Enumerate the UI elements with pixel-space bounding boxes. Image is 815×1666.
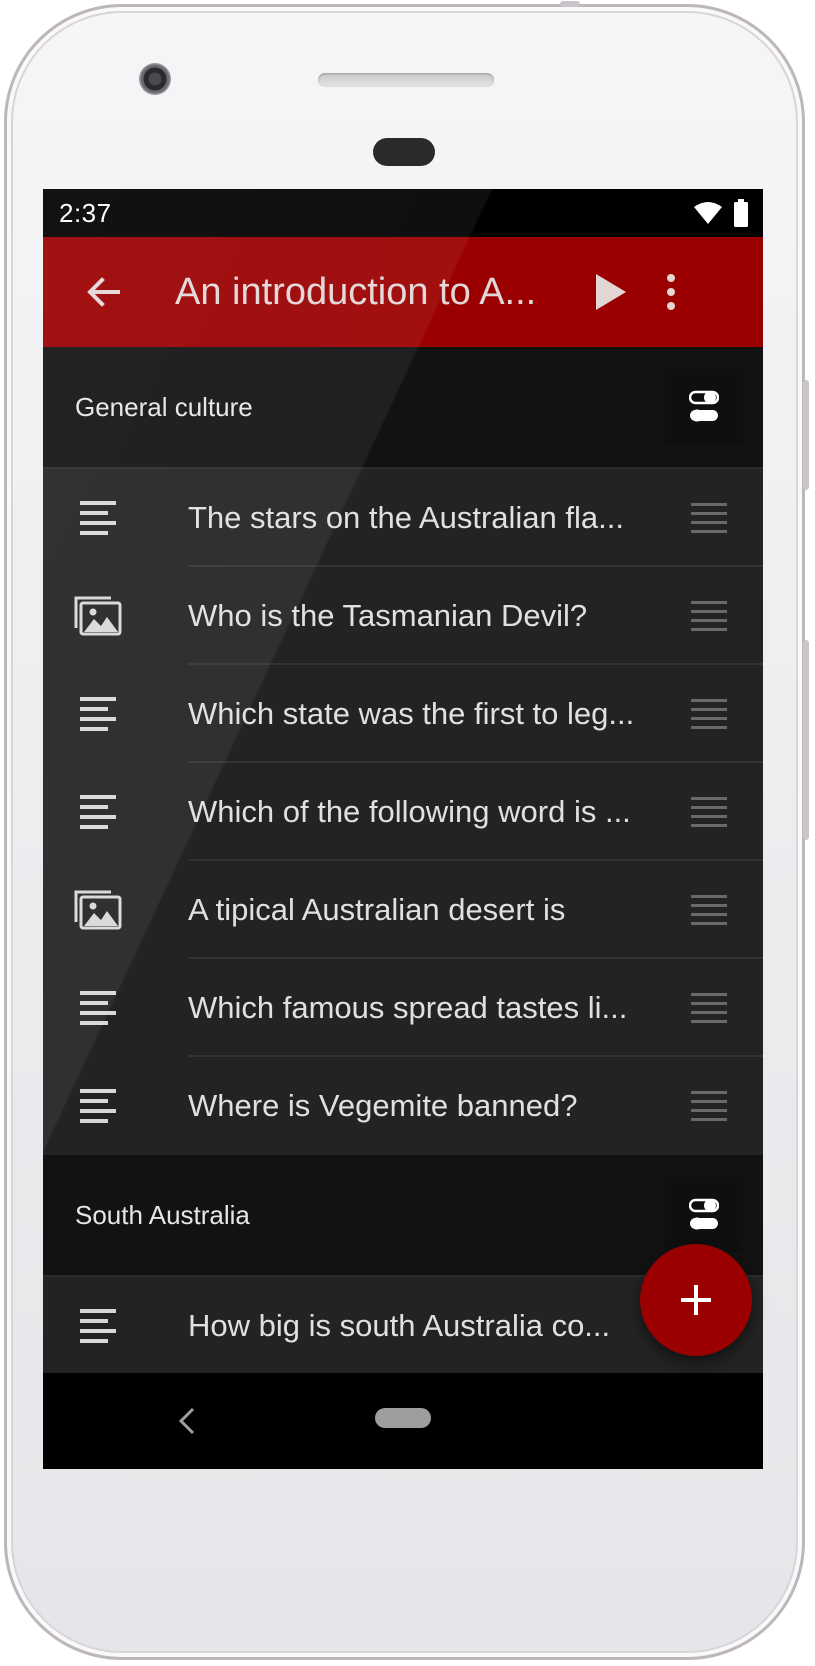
list-item-label: Which famous spread tastes li... (188, 990, 628, 1025)
drag-handle-icon[interactable] (691, 893, 727, 927)
more-options-button[interactable] (651, 260, 691, 324)
drag-handle-icon[interactable] (691, 501, 727, 535)
list-item[interactable]: The stars on the Australian fla... (43, 469, 763, 567)
plus-icon (681, 1285, 711, 1315)
app-bar: An introduction to A... (43, 237, 763, 347)
status-time: 2:37 (59, 197, 112, 228)
text-lines-icon (43, 1057, 153, 1155)
drag-handle-icon[interactable] (691, 991, 727, 1025)
list-item-label: Where is Vegemite banned? (188, 1088, 578, 1123)
section-title: General culture (75, 391, 253, 422)
list-item[interactable]: Which state was the first to leg... (43, 665, 763, 763)
list-item-label: How big is south Australia co... (188, 1308, 611, 1343)
proximity-sensor (373, 138, 435, 166)
more-vertical-icon (667, 274, 675, 310)
battery-icon (734, 199, 748, 227)
list-item[interactable]: Where is Vegemite banned? (43, 1057, 763, 1155)
power-button (803, 380, 809, 490)
section-toggle-button[interactable] (665, 1177, 743, 1253)
drag-handle-icon[interactable] (691, 1089, 727, 1123)
section-header: South Australia (43, 1155, 763, 1277)
volume-button (803, 640, 809, 840)
front-camera (139, 63, 171, 95)
question-list: General culture The stars on the Austral… (43, 347, 763, 1375)
text-lines-icon (43, 1277, 153, 1375)
play-icon (596, 274, 626, 310)
arrow-left-icon (87, 277, 120, 307)
text-lines-icon (43, 665, 153, 763)
toggle-icon (689, 390, 719, 422)
top-edge-detail (560, 1, 580, 7)
wifi-icon (694, 202, 722, 224)
list-item[interactable]: Which of the following word is ... (43, 763, 763, 861)
earpiece-speaker (318, 73, 494, 87)
text-lines-icon (43, 469, 153, 567)
image-icon (43, 861, 153, 959)
drag-handle-icon[interactable] (691, 795, 727, 829)
list-item-label: Which state was the first to leg... (188, 696, 635, 731)
status-bar: 2:37 (43, 189, 763, 237)
text-lines-icon (43, 763, 153, 861)
list-item[interactable]: Who is the Tasmanian Devil? (43, 567, 763, 665)
image-icon (43, 567, 153, 665)
back-button[interactable] (71, 260, 135, 324)
play-button[interactable] (581, 260, 641, 324)
list-item-label: The stars on the Australian fla... (188, 500, 624, 535)
section-title: South Australia (75, 1199, 250, 1230)
section-toggle-button[interactable] (665, 369, 743, 445)
drag-handle-icon[interactable] (691, 697, 727, 731)
toggle-icon (689, 1198, 719, 1230)
text-lines-icon (43, 959, 153, 1057)
list-item-label: A tipical Australian desert is (188, 892, 566, 927)
drag-handle-icon[interactable] (691, 599, 727, 633)
list-item[interactable]: A tipical Australian desert is (43, 861, 763, 959)
status-icons (693, 199, 749, 227)
list-item-label: Which of the following word is ... (188, 794, 631, 829)
nav-back-icon[interactable] (171, 1403, 207, 1439)
system-navigation-bar (43, 1373, 763, 1469)
section-header: General culture (43, 347, 763, 469)
nav-home-pill[interactable] (375, 1408, 431, 1428)
add-question-fab[interactable] (640, 1244, 752, 1356)
list-item[interactable]: Which famous spread tastes li... (43, 959, 763, 1057)
page-title: An introduction to A... (175, 270, 537, 313)
list-item-label: Who is the Tasmanian Devil? (188, 598, 588, 633)
